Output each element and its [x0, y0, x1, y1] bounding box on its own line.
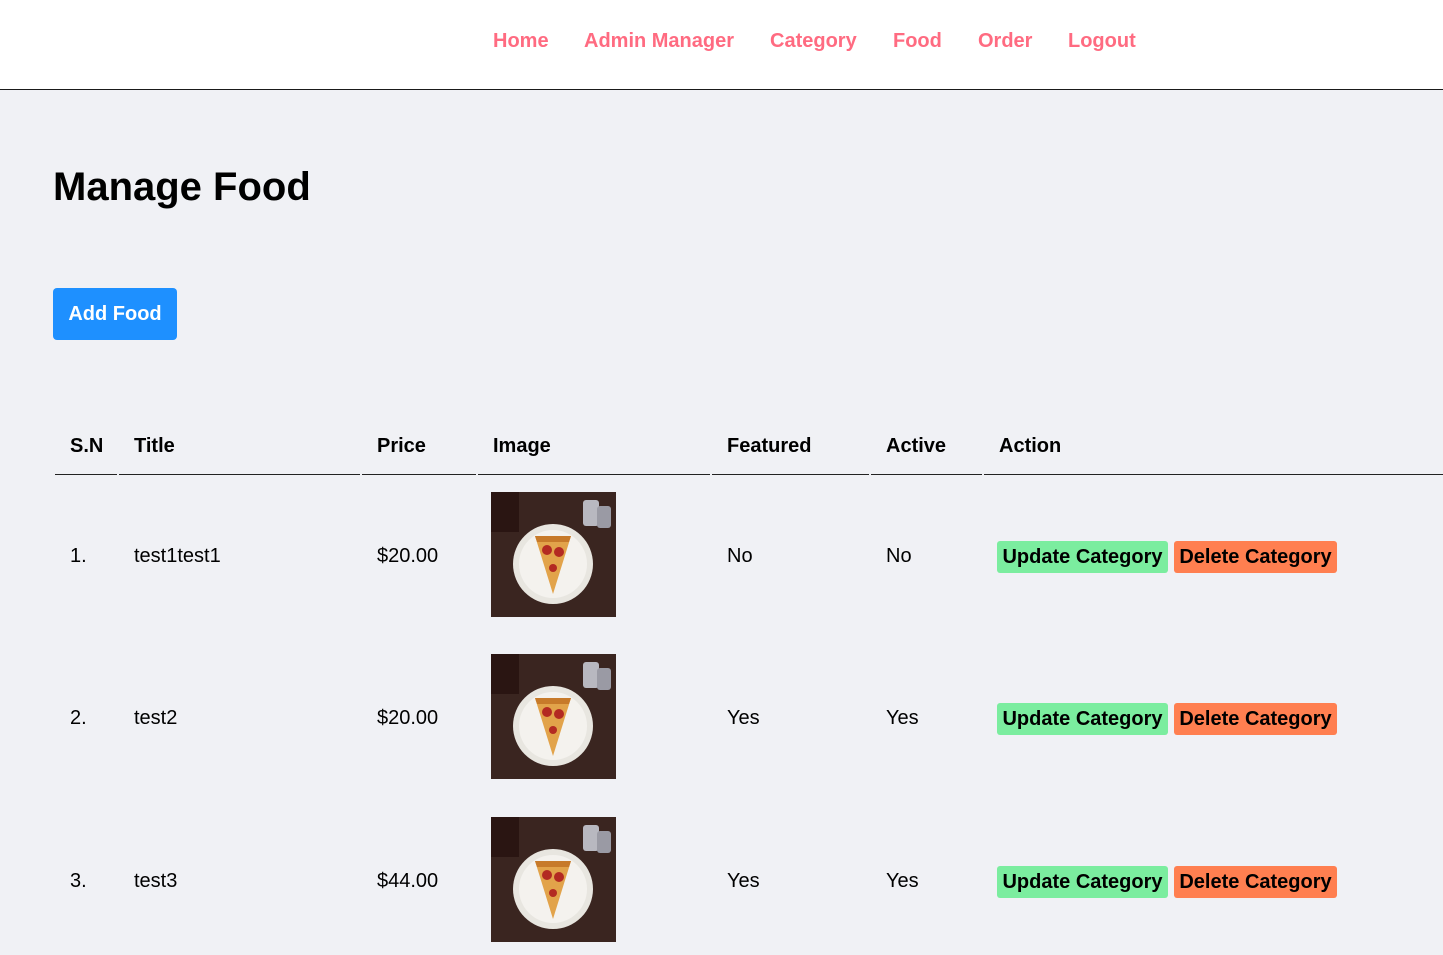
delete-category-button[interactable]: Delete Category — [1174, 866, 1337, 898]
nav-food-link[interactable]: Food — [893, 30, 942, 53]
update-category-button[interactable]: Update Category — [997, 541, 1168, 573]
page-title: Manage Food — [53, 165, 311, 209]
cell-featured: No — [727, 545, 753, 567]
cell-title: test2 — [134, 707, 178, 729]
food-image — [491, 654, 616, 779]
cell-sn: 2. — [70, 707, 87, 729]
cell-featured: Yes — [727, 870, 760, 892]
add-food-button[interactable]: Add Food — [53, 288, 177, 340]
cell-sn: 1. — [70, 545, 87, 567]
header-featured: Featured — [712, 418, 869, 475]
header-image: Image — [478, 418, 710, 475]
cell-active: Yes — [886, 870, 919, 892]
food-image — [491, 817, 616, 942]
cell-sn: 3. — [70, 870, 87, 892]
delete-category-button[interactable]: Delete Category — [1174, 541, 1337, 573]
update-category-button[interactable]: Update Category — [997, 703, 1168, 735]
header-action: Action — [984, 418, 1443, 475]
cell-title: test3 — [134, 870, 178, 892]
cell-price: $20.00 — [377, 707, 439, 729]
main-nav: Home Admin Manager Category Food Order L… — [0, 0, 1443, 88]
cell-price: $20.00 — [377, 545, 439, 567]
cell-active: No — [886, 545, 912, 567]
table-row: 3. test3 $44.00 Yes Yes Update Category … — [55, 817, 1443, 942]
nav-home-link[interactable]: Home — [493, 30, 549, 53]
cell-price: $44.00 — [377, 870, 439, 892]
cell-active: Yes — [886, 707, 919, 729]
nav-category-link[interactable]: Category — [770, 30, 857, 53]
nav-logout-link[interactable]: Logout — [1068, 30, 1136, 53]
top-navbar: Home Admin Manager Category Food Order L… — [0, 0, 1443, 90]
header-sn: S.N — [55, 418, 117, 475]
nav-order-link[interactable]: Order — [978, 30, 1032, 53]
table-row: 1. test1test1 $20.00 No No Update Catego… — [55, 492, 1443, 617]
nav-admin-manager-link[interactable]: Admin Manager — [584, 30, 734, 53]
header-active: Active — [871, 418, 982, 475]
table-row: 2. test2 $20.00 Yes Yes Update Category … — [55, 654, 1443, 779]
header-title: Title — [119, 418, 360, 475]
delete-category-button[interactable]: Delete Category — [1174, 703, 1337, 735]
cell-title: test1test1 — [134, 545, 221, 567]
cell-featured: Yes — [727, 707, 760, 729]
food-image — [491, 492, 616, 617]
header-price: Price — [362, 418, 476, 475]
update-category-button[interactable]: Update Category — [997, 866, 1168, 898]
